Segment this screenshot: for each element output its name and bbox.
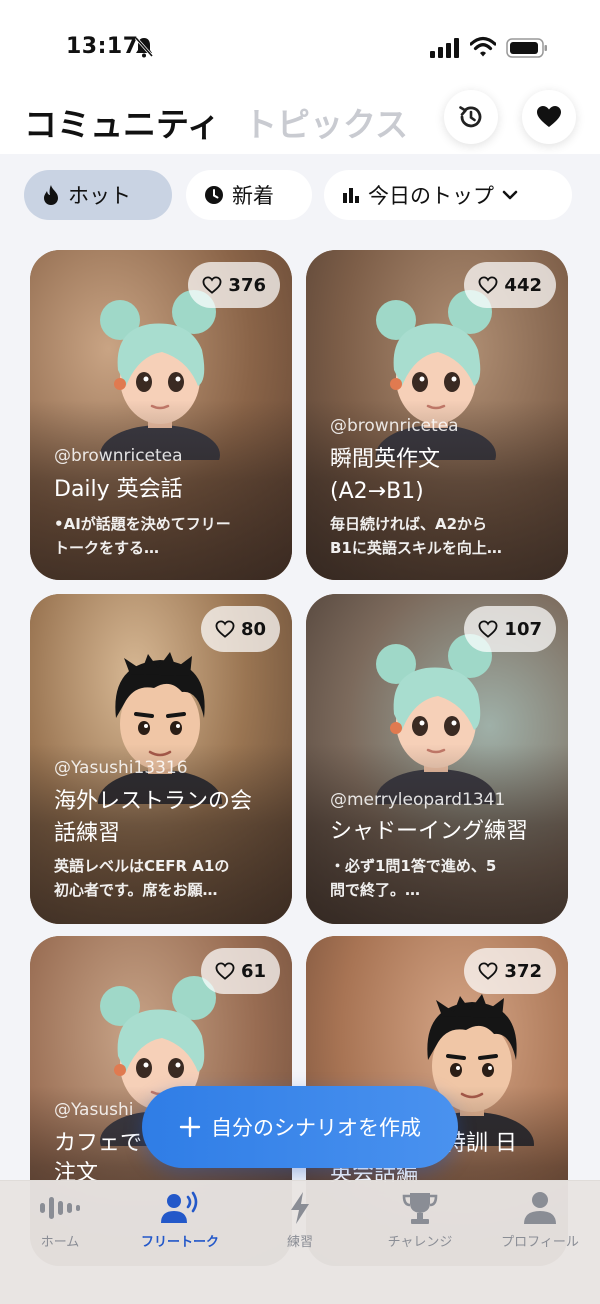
filter-hot-chip[interactable]: ホット	[24, 170, 172, 220]
card-title: シャドーイング練習	[330, 819, 529, 844]
filter-hot-label: ホット	[68, 184, 131, 208]
nav-home[interactable]: ホーム	[0, 1191, 120, 1271]
status-time: 13:17	[66, 34, 139, 59]
flame-icon	[44, 185, 58, 205]
like-count: 442	[504, 274, 542, 296]
bar-chart-icon	[343, 188, 359, 203]
like-button[interactable]: 80	[200, 606, 280, 652]
speaking-person-icon	[161, 1191, 198, 1223]
card-author[interactable]: @brownricetea	[330, 416, 459, 436]
card-description: ・必ず1問1答で進め、5	[330, 857, 497, 875]
nav-home-label: ホーム	[40, 1235, 80, 1250]
like-button[interactable]: 442	[464, 262, 556, 308]
heart-outline-icon	[202, 276, 222, 294]
tab-community[interactable]: コミュニティ	[24, 98, 220, 146]
wifi-icon	[470, 36, 496, 57]
nav-profile[interactable]: プロフィール	[480, 1191, 600, 1271]
card-author[interactable]: @Yasushi13316	[54, 758, 188, 778]
bottom-nav: ホーム フリートーク 練習 チャレンジ プロフィール	[0, 1180, 600, 1304]
signal-icon	[430, 38, 459, 58]
card-description-line2: B1に英語スキルを向上…	[330, 539, 502, 557]
scenario-card[interactable]: 107 @merryleopard1341 シャドーイング練習 ・必ず1問1答で…	[306, 594, 568, 924]
card-description-line2: 初心者です。席をお願…	[54, 881, 218, 899]
scenario-card[interactable]: 376 @brownricetea Daily 英会話 •AIが話題を決めてフリ…	[30, 250, 292, 580]
filter-bar: ホット 新着 今日のトップ	[0, 154, 600, 244]
favorites-button[interactable]	[522, 90, 576, 144]
clock-icon	[205, 186, 223, 204]
card-author[interactable]: @merryleopard1341	[330, 790, 505, 810]
heart-outline-icon	[478, 620, 498, 638]
battery-icon	[506, 38, 547, 58]
create-scenario-button[interactable]: 自分のシナリオを作成	[142, 1086, 458, 1168]
filter-top-label: 今日のトップ	[368, 184, 494, 208]
like-count: 107	[504, 618, 542, 640]
like-count: 376	[228, 274, 266, 296]
like-button[interactable]: 61	[200, 948, 280, 994]
card-description: 英語レベルはCEFR A1の	[54, 857, 230, 875]
person-icon	[524, 1192, 556, 1224]
lightning-icon	[291, 1192, 309, 1224]
nav-challenge-label: チャレンジ	[387, 1235, 453, 1250]
trophy-icon	[402, 1193, 438, 1224]
nav-practice[interactable]: 練習	[240, 1191, 360, 1271]
card-title: 特訓 日	[444, 1131, 517, 1156]
heart-outline-icon	[215, 620, 235, 638]
card-author[interactable]: @brownricetea	[54, 446, 183, 466]
card-description: 毎日続ければ、A2から	[330, 515, 488, 533]
heart-icon	[537, 106, 561, 127]
nav-profile-label: プロフィール	[501, 1235, 579, 1250]
card-author[interactable]: @Yasushi	[54, 1100, 133, 1120]
header: コミュニティ トピックス	[0, 80, 600, 154]
card-title: 瞬間英作文	[330, 447, 441, 472]
filter-top-dropdown[interactable]: 今日のトップ	[324, 170, 572, 220]
like-button[interactable]: 107	[464, 606, 556, 652]
chevron-down-icon	[502, 190, 518, 200]
scenario-card[interactable]: 80 @Yasushi13316 海外レストランの会 話練習 英語レベルはCEF…	[30, 594, 292, 924]
create-scenario-label: 自分のシナリオを作成	[211, 1116, 421, 1140]
scenario-card[interactable]: 442 @brownricetea 瞬間英作文 (A2→B1) 毎日続ければ、A…	[306, 250, 568, 580]
like-button[interactable]: 376	[188, 262, 280, 308]
card-description-line2: 問で終了。…	[330, 881, 421, 899]
filter-new-chip[interactable]: 新着	[186, 170, 312, 220]
history-button[interactable]	[444, 90, 498, 144]
like-count: 372	[504, 960, 542, 982]
card-description-line2: トークをする…	[54, 539, 160, 557]
card-title: Daily 英会話	[54, 477, 183, 502]
filter-new-label: 新着	[232, 184, 274, 208]
waveform-icon	[40, 1197, 80, 1219]
like-count: 61	[240, 960, 266, 982]
like-count: 80	[240, 618, 266, 640]
card-description: •AIが話題を決めてフリー	[54, 515, 231, 533]
card-title: 海外レストランの会	[54, 789, 253, 814]
nav-challenge[interactable]: チャレンジ	[360, 1191, 480, 1271]
heart-outline-icon	[478, 276, 498, 294]
nav-free-talk[interactable]: フリートーク	[120, 1191, 240, 1271]
tab-topics[interactable]: トピックス	[244, 98, 408, 146]
nav-free-talk-label: フリートーク	[140, 1235, 219, 1250]
heart-outline-icon	[215, 962, 235, 980]
card-title-line2: 話練習	[54, 821, 121, 846]
like-button[interactable]: 372	[464, 948, 556, 994]
heart-outline-icon	[478, 962, 498, 980]
nav-practice-label: 練習	[286, 1235, 313, 1250]
card-title-line2: (A2→B1)	[330, 479, 424, 504]
plus-icon	[179, 1116, 201, 1138]
bell-off-icon	[134, 37, 154, 58]
history-icon	[459, 106, 482, 128]
